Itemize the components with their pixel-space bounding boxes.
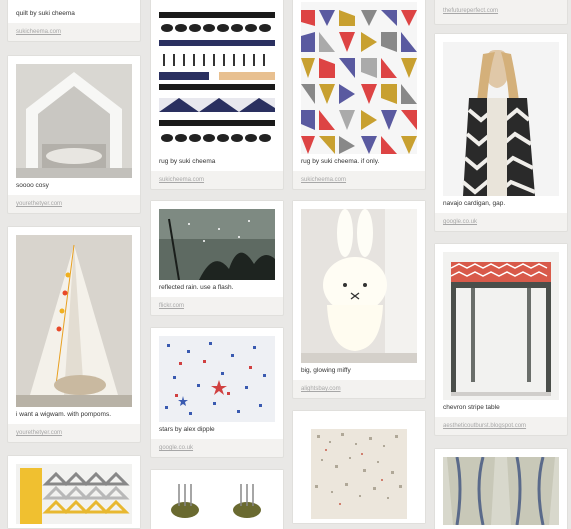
pin-source-link[interactable]: sukicheema.com bbox=[293, 171, 425, 189]
pin-card[interactable]: i want a wigwam. with pompoms. yourethet… bbox=[8, 227, 140, 442]
pin-image[interactable] bbox=[16, 235, 132, 407]
pin-source-link[interactable]: google.co.uk bbox=[435, 213, 567, 231]
pin-image[interactable] bbox=[443, 252, 559, 400]
pin-image[interactable] bbox=[311, 429, 407, 519]
pin-image[interactable] bbox=[159, 336, 275, 422]
pin-caption: i want a wigwam. with pompoms. bbox=[16, 411, 112, 418]
pin-card[interactable] bbox=[293, 411, 425, 523]
pin-card[interactable]: thefutureperfect.com bbox=[435, 0, 567, 24]
pin-caption: soooo cosy bbox=[16, 182, 49, 189]
pin-caption: chevron stripe table bbox=[443, 404, 500, 411]
pin-source-link[interactable]: google.co.uk bbox=[151, 439, 283, 457]
pin-caption: rug by suki cheema bbox=[159, 158, 216, 165]
pin-source-link[interactable]: yourethetyer.com bbox=[8, 195, 140, 213]
pin-source-link[interactable]: flickr.com bbox=[151, 297, 283, 315]
pin-card[interactable]: rug by suki cheema sukicheema.com bbox=[151, 0, 283, 189]
pin-caption: reflected rain. use a flash. bbox=[159, 284, 234, 291]
pin-source-link[interactable]: yourethetyer.com bbox=[8, 424, 140, 442]
pin-caption: rug by suki cheema. if only. bbox=[301, 158, 380, 165]
pin-card[interactable]: stars by alex dipple google.co.uk bbox=[151, 328, 283, 457]
pin-image[interactable] bbox=[159, 478, 275, 525]
pin-caption: navajo cardigan, gap. bbox=[443, 200, 506, 207]
pin-source-link[interactable]: sukicheema.com bbox=[151, 171, 283, 189]
pin-caption: big, glowing miffy bbox=[301, 367, 351, 374]
pin-caption: quilt by suki cheema bbox=[16, 10, 75, 17]
pin-image[interactable] bbox=[443, 42, 559, 196]
pin-image[interactable] bbox=[159, 2, 275, 154]
pin-card[interactable]: chevron stripe table aestheticoutburst.b… bbox=[435, 244, 567, 435]
pin-card[interactable]: soooo cosy yourethetyer.com bbox=[8, 56, 140, 213]
pin-image[interactable] bbox=[16, 64, 132, 178]
pin-image[interactable] bbox=[301, 2, 417, 154]
pin-card[interactable]: reflected rain. use a flash. flickr.com bbox=[151, 201, 283, 315]
pin-source-link[interactable]: aestheticoutburst.blogspot.com bbox=[435, 417, 567, 435]
pin-image[interactable] bbox=[159, 209, 275, 280]
pin-card[interactable]: big, glowing miffy alightsbay.com bbox=[293, 201, 425, 398]
pin-card[interactable]: navajo cardigan, gap. google.co.uk bbox=[435, 34, 567, 231]
pin-image[interactable] bbox=[443, 457, 559, 525]
pin-caption: stars by alex dipple bbox=[159, 426, 215, 433]
pin-image[interactable] bbox=[16, 464, 132, 524]
pin-card[interactable] bbox=[8, 456, 140, 528]
pin-image[interactable] bbox=[301, 209, 417, 363]
pin-source-link[interactable]: thefutureperfect.com bbox=[435, 0, 567, 24]
pin-card[interactable]: quilt by suki cheema sukicheema.com bbox=[8, 0, 140, 41]
pin-source-link[interactable]: alightsbay.com bbox=[293, 380, 425, 398]
pin-card[interactable] bbox=[151, 470, 283, 529]
pin-card[interactable]: rug by suki cheema. if only. sukicheema.… bbox=[293, 0, 425, 189]
pin-card[interactable] bbox=[435, 449, 567, 529]
pin-source-link[interactable]: sukicheema.com bbox=[8, 23, 140, 41]
